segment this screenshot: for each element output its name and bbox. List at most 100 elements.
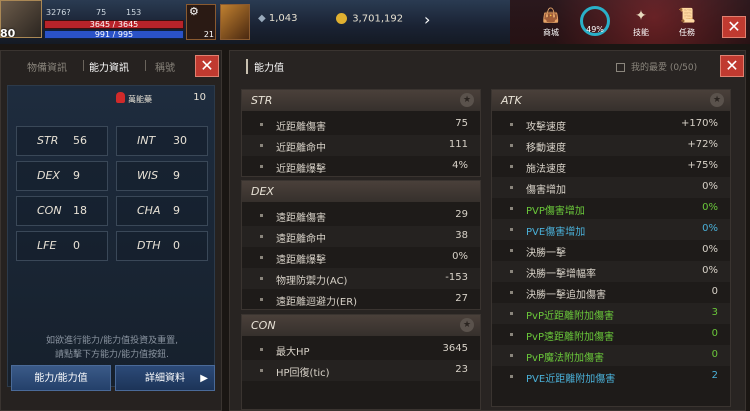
hint-line: 請點擊下方能力/能力值按鈕. [55, 350, 169, 360]
stat-row: 傷害增加 0% [492, 177, 730, 198]
stat-row: PVE傷害增加 0% [492, 219, 730, 240]
stat-value: 0 [711, 286, 718, 297]
stats-button[interactable]: 能力/能力值 [11, 365, 111, 391]
tab-stats[interactable]: 能力資訊 [89, 59, 129, 74]
stat-label: PVE傷害增加 [526, 227, 586, 238]
tab-separator [83, 60, 84, 71]
stat-label: PvP遠距離附加傷害 [526, 332, 614, 343]
stat-label: 移動速度 [526, 143, 566, 154]
stat-name: CHA [137, 204, 161, 217]
mp-bar: 991 / 995 [44, 30, 184, 39]
stat-label: 決勝一擊追加傷害 [526, 290, 606, 301]
section-dex: DEX 遠距離傷害 29 遠距離命中 38 遠距離爆擊 0% 物理防禦力(AC) -15… [241, 180, 481, 310]
stat-a: 3276? [46, 8, 71, 17]
bag-icon: 👜 [542, 8, 560, 24]
stat-value: 9 [173, 204, 180, 217]
quest-label: 任務 [679, 28, 695, 37]
stat-label: PvP魔法附加傷害 [526, 353, 604, 364]
star-icon[interactable]: ★ [460, 318, 474, 332]
stat-row: PvP遠距離附加傷害 0 [492, 324, 730, 345]
close-stats-button[interactable]: ✕ [720, 55, 744, 77]
stat-row: 近距離爆擊 4% [242, 156, 480, 177]
skill-slot[interactable] [220, 4, 250, 40]
currency-a-value: 1,043 [268, 13, 298, 24]
stat-value: 0% [702, 244, 718, 255]
stat-row: 近距離命中 111 [242, 135, 480, 156]
currency-a: ◆ 1,043 [258, 13, 298, 24]
stat-row: 決勝一擊增幅率 0% [492, 261, 730, 282]
elixir-count: 10 [193, 92, 206, 103]
quest-button[interactable]: 📜 任務 [670, 6, 704, 38]
close-icon: ✕ [725, 56, 739, 75]
gear-icon: ⚙ [189, 5, 199, 18]
stat-value: +170% [681, 118, 718, 129]
close-hud-button[interactable]: ✕ [722, 16, 746, 38]
star-icon[interactable]: ★ [710, 93, 724, 107]
scroll-icon: 📜 [678, 8, 696, 24]
stat-value: 18 [73, 204, 87, 217]
close-panel-button[interactable]: ✕ [195, 55, 219, 77]
stat-int[interactable]: INT 30 [116, 126, 208, 156]
skill-button[interactable]: ✦ 技能 [624, 6, 658, 38]
stat-row: 移動速度 +72% [492, 135, 730, 156]
stat-name: INT [137, 134, 156, 147]
stat-dth[interactable]: DTH 0 [116, 231, 208, 261]
elixir-icon [116, 92, 125, 103]
exp-ring: 49% [580, 6, 610, 36]
stat-value: 2 [711, 370, 718, 381]
stat-cha[interactable]: CHA 9 [116, 196, 208, 226]
stat-value: 0% [702, 181, 718, 192]
stat-row: PVE近距離附加傷害 2 [492, 366, 730, 387]
stat-dex[interactable]: DEX 9 [16, 161, 108, 191]
section-str: STR ★ 近距離傷害 75 近距離命中 111 近距離爆擊 4% [241, 89, 481, 177]
gold-value: 3,701,192 [352, 13, 404, 25]
tab-equipment[interactable]: 物備資訊 [27, 59, 67, 74]
gem-icon: ◆ [258, 13, 266, 24]
section-con: CON ★ 最大HP 3645 HP回復(tic) 23 [241, 314, 481, 410]
stat-value: 30 [173, 134, 187, 147]
stat-c: 153 [126, 8, 142, 17]
detail-button[interactable]: 詳細資料 ▶ [115, 365, 215, 391]
stat-value: 0 [711, 328, 718, 339]
favorites-toggle[interactable]: 我的最愛 (0/50) [616, 60, 697, 73]
shop-button[interactable]: 👜 商城 [534, 6, 568, 38]
section-title: CON [242, 315, 480, 336]
stat-str[interactable]: STR 56 [16, 126, 108, 156]
stat-label: 傷害增加 [526, 185, 566, 196]
stat-name: CON [37, 204, 62, 217]
stat-con[interactable]: CON 18 [16, 196, 108, 226]
stat-wis[interactable]: WIS 9 [116, 161, 208, 191]
chevron-right-icon[interactable]: › [424, 10, 430, 29]
stat-row: PvP魔法附加傷害 0 [492, 345, 730, 366]
tab-bar: 物備資訊 能力資訊 稱號 [1, 51, 191, 81]
stat-lfe[interactable]: LFE 0 [16, 231, 108, 261]
stat-label: PVE近距離附加傷害 [526, 374, 616, 385]
detail-label: 詳細資料 [145, 373, 185, 384]
stat-value: 3 [711, 307, 718, 318]
stat-value: 0% [702, 202, 718, 213]
potion-slot[interactable]: ⚙ 21 [186, 4, 216, 40]
section-title: DEX [242, 181, 480, 202]
stat-row: 決勝一擊 0% [492, 240, 730, 261]
stat-label: 決勝一擊 [526, 248, 566, 259]
stat-name: LFE [37, 239, 57, 252]
gold-display: 3,701,192 [336, 13, 403, 25]
stat-row: PVP傷害增加 0% [492, 198, 730, 219]
stat-label: 施法速度 [526, 164, 566, 175]
play-icon: ▶ [200, 373, 208, 384]
stat-row: 遠距離傷害 29 [242, 205, 480, 226]
star-icon[interactable]: ★ [460, 93, 474, 107]
stat-row: 近距離傷害 75 [242, 114, 480, 135]
stat-b: 75 [96, 8, 107, 17]
stat-value: 9 [173, 169, 180, 182]
stat-value: 0 [711, 349, 718, 360]
shop-label: 商城 [543, 28, 559, 37]
right-panel: 能力值 我的最愛 (0/50) ✕ STR ★ 近距離傷害 75 近距離命中 111… [229, 50, 746, 411]
checkbox[interactable] [616, 63, 625, 72]
left-panel: 物備資訊 能力資訊 稱號 ✕ 萬能藥 10 STR 56 INT 30 DEX 9 W… [0, 50, 222, 411]
section-title: STR [242, 90, 480, 111]
skill-label: 技能 [633, 28, 649, 37]
stat-value: 9 [73, 169, 80, 182]
tab-title[interactable]: 稱號 [155, 59, 175, 74]
stat-value: 0 [173, 239, 180, 252]
